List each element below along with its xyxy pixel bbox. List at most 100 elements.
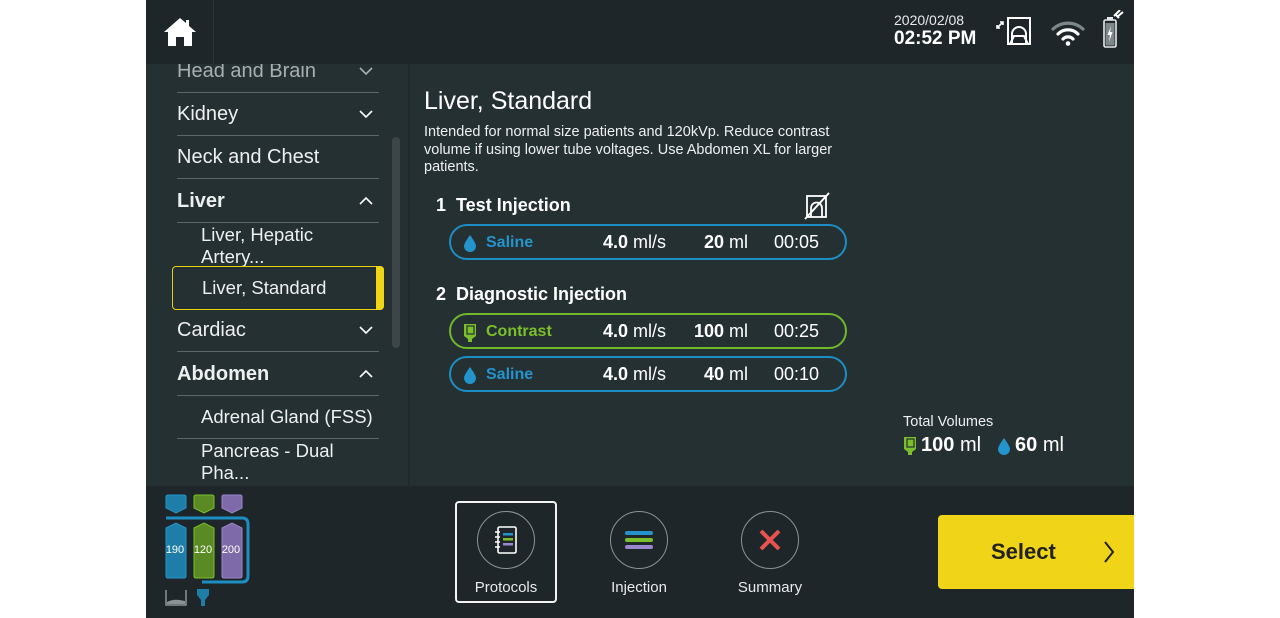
chevron-down-icon	[359, 67, 373, 76]
volume-unit: ml	[729, 232, 748, 252]
injector-screen: 2020/02/08 02:52 PM Head and Brain Kidne…	[146, 0, 1134, 618]
protocols-icon-circle	[477, 511, 535, 569]
protocol-label: Liver, Standard	[202, 277, 327, 298]
phase-title: 1 Test Injection	[436, 195, 571, 216]
protocol-details: Liver, Standard Intended for normal size…	[410, 64, 1134, 486]
tab-protocols[interactable]: Protocols	[455, 501, 557, 603]
category-liver[interactable]: Liver	[177, 180, 379, 223]
selected-indicator	[376, 266, 384, 310]
protocol-label: Adrenal Gland (FSS)	[201, 406, 373, 427]
flow-rate: 4.0 ml/s	[603, 321, 666, 342]
total-volumes-label: Total Volumes	[903, 414, 994, 430]
phase-name: Diagnostic Injection	[456, 284, 628, 304]
flow-rate: 4.0 ml/s	[603, 232, 666, 253]
select-button[interactable]: Select	[938, 515, 1134, 589]
close-x-icon	[759, 529, 781, 551]
category-abdomen[interactable]: Abdomen	[177, 353, 379, 396]
top-bar: 2020/02/08 02:52 PM	[146, 0, 1134, 64]
flow-rate-unit: ml/s	[633, 364, 667, 384]
home-icon	[163, 18, 196, 46]
tab-label: Injection	[611, 579, 667, 596]
total-saline-unit: ml	[1042, 434, 1064, 456]
category-cardiac[interactable]: Cardiac	[177, 309, 379, 352]
chevron-down-icon	[359, 110, 373, 119]
total-contrast-value: 100	[921, 434, 955, 456]
summary-icon-circle	[741, 511, 799, 569]
category-neck-and-chest[interactable]: Neck and Chest	[177, 136, 379, 179]
syringe-volume-saline: 190	[165, 544, 185, 556]
injection-step-saline[interactable]: Saline 4.0 ml/s 20 ml 00:05	[449, 224, 847, 260]
category-kidney[interactable]: Kidney	[177, 93, 379, 136]
syringe-volume-purple: 200	[221, 544, 241, 556]
injection-lines-icon	[625, 531, 653, 549]
saline-drop-icon	[464, 367, 476, 384]
protocol-list[interactable]: Head and Brain Kidney Neck and Chest Liv…	[146, 64, 408, 486]
select-button-label: Select	[991, 539, 1056, 564]
flow-rate-unit: ml/s	[633, 232, 667, 252]
protocol-liver-standard[interactable]: Liver, Standard	[172, 266, 384, 310]
flow-rate-value: 4.0	[603, 232, 629, 252]
injection-step-saline[interactable]: Saline 4.0 ml/s 40 ml 00:10	[449, 356, 847, 392]
chevron-right-icon	[1104, 541, 1115, 563]
protocol-pancreas-dual-phase[interactable]: Pancreas - Dual Pha...	[177, 440, 379, 483]
category-label: Head and Brain	[177, 64, 316, 82]
tab-label: Summary	[737, 579, 803, 596]
injection-step-contrast[interactable]: Contrast 4.0 ml/s 100 ml 00:25	[449, 313, 847, 349]
protocol-description: Intended for normal size patients and 12…	[424, 124, 833, 175]
scanner-link-icon[interactable]	[994, 14, 1034, 53]
contrast-syringe-icon	[904, 436, 916, 455]
volume-value: 100	[693, 321, 724, 341]
phase-title: 2 Diagnostic Injection	[436, 284, 627, 305]
category-head-and-brain[interactable]: Head and Brain	[177, 64, 379, 93]
category-label: Liver	[177, 189, 225, 212]
date-text: 2020/02/08	[894, 12, 965, 28]
protocol-adrenal-gland[interactable]: Adrenal Gland (FSS)	[177, 396, 379, 439]
tab-injection[interactable]: Injection	[588, 501, 690, 603]
phase-number: 2	[436, 284, 447, 304]
tab-label: Protocols	[474, 579, 538, 596]
fluid-name: Saline	[486, 366, 534, 383]
category-label: Kidney	[177, 102, 239, 125]
battery-charging-icon	[1100, 9, 1124, 55]
category-label: Abdomen	[177, 362, 270, 385]
wifi-icon	[1051, 20, 1085, 51]
protocol-title: Liver, Standard	[424, 87, 593, 115]
contrast-syringe-icon	[464, 324, 476, 342]
total-volumes-row: 100 ml 60 ml	[903, 434, 1064, 457]
category-label: Neck and Chest	[177, 145, 320, 168]
bottom-bar: 190 120 200 Protocols Injection Summary …	[146, 486, 1134, 618]
saline-drop-icon	[464, 235, 476, 252]
flow-rate-unit: ml/s	[633, 321, 667, 341]
syringe-volume-contrast: 120	[193, 544, 213, 556]
chevron-up-icon	[359, 196, 373, 205]
phase-name: Test Injection	[456, 195, 571, 215]
duration: 00:05	[774, 232, 820, 252]
sidebar-scrollbar[interactable]	[392, 137, 400, 348]
flow-rate-value: 4.0	[603, 321, 629, 341]
saline-drop-icon	[998, 437, 1011, 455]
injection-icon-circle	[610, 511, 668, 569]
duration: 00:25	[774, 321, 820, 341]
volume: 40 ml	[704, 364, 748, 385]
home-button[interactable]	[146, 0, 214, 64]
fluid-name: Saline	[486, 234, 534, 251]
volume-value: 20	[703, 232, 724, 252]
volume-unit: ml	[729, 321, 748, 341]
volume: 100 ml	[694, 321, 748, 342]
total-saline-value: 60	[1015, 434, 1038, 456]
duration: 00:10	[774, 364, 820, 384]
scanner-disabled-icon[interactable]	[804, 192, 830, 220]
phase-number: 1	[436, 195, 447, 215]
volume-unit: ml	[729, 364, 748, 384]
protocol-label: Pancreas - Dual Pha...	[201, 439, 334, 483]
total-volumes: Total Volumes 100 ml 60 ml	[903, 414, 1064, 457]
notebook-icon	[495, 526, 517, 554]
fluid-name: Contrast	[486, 323, 552, 340]
tab-summary[interactable]: Summary	[719, 501, 821, 603]
volume-value: 40	[703, 364, 724, 384]
protocol-liver-hepatic-artery[interactable]: Liver, Hepatic Artery...	[177, 224, 379, 267]
volume: 20 ml	[704, 232, 748, 253]
time-text: 02:52 PM	[894, 28, 977, 49]
datetime: 2020/02/08 02:52 PM	[894, 13, 976, 48]
chevron-up-icon	[359, 369, 373, 378]
